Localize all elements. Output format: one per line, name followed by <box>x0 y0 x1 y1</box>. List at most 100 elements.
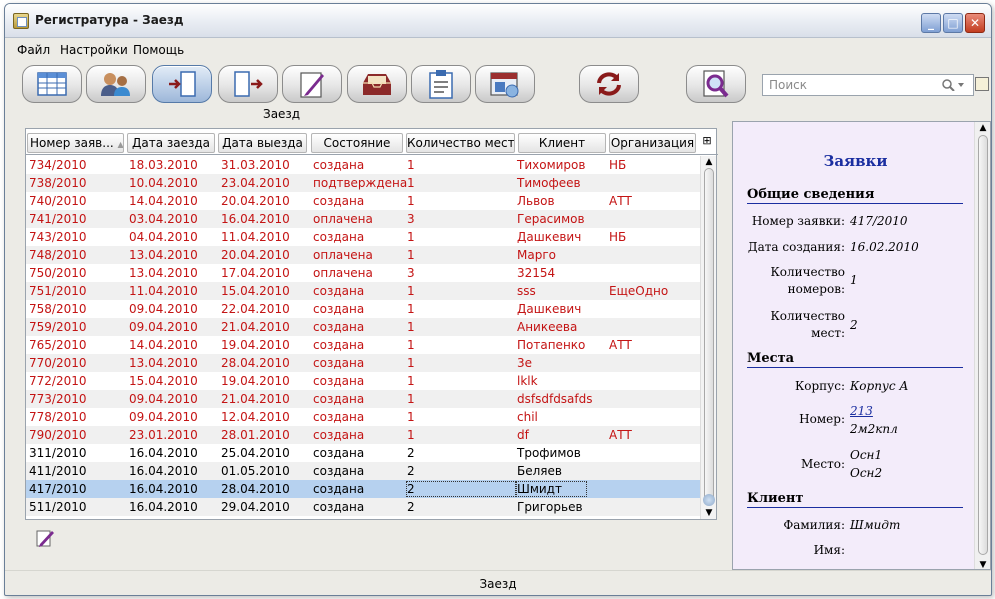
details-scroll-thumb[interactable] <box>978 135 988 555</box>
table-row[interactable]: 772/2010 15.04.2010 19.04.2010 создана 1 lklk <box>26 372 700 390</box>
cell-client: Марго <box>517 248 556 262</box>
users-icon <box>101 73 130 96</box>
cell-organization: АТТ <box>609 338 632 352</box>
edit-document-button[interactable] <box>282 65 342 103</box>
scroll-thumb[interactable] <box>703 168 715 506</box>
table-row[interactable]: 770/2010 13.04.2010 28.04.2010 создана 1 3е <box>26 354 700 372</box>
table-button[interactable] <box>22 65 82 103</box>
details-scroll-down-icon[interactable]: ▼ <box>977 559 989 569</box>
maximize-button[interactable]: □ <box>943 13 963 33</box>
menu-file[interactable]: Файл <box>17 43 50 57</box>
cell-number: 511/2010 <box>29 500 87 514</box>
table-row[interactable]: 743/2010 04.04.2010 11.04.2010 создана 1 Дашк… <box>26 228 700 246</box>
cell-places: 2 <box>407 446 415 460</box>
search-box[interactable] <box>762 74 974 96</box>
table-row[interactable]: 778/2010 09.04.2010 12.04.2010 создана 1 chil <box>26 408 700 426</box>
check-in-button[interactable] <box>152 65 212 103</box>
inbox-button[interactable] <box>347 65 407 103</box>
minimize-button[interactable]: _ <box>921 13 941 33</box>
table-row[interactable]: 759/2010 09.04.2010 21.04.2010 создана 1 Аник… <box>26 318 700 336</box>
refresh-button[interactable] <box>579 65 639 103</box>
details-title: Заявки <box>823 152 888 170</box>
users-button[interactable] <box>86 65 146 103</box>
cell-state: создана <box>313 356 365 370</box>
place-value-2: Осн2 <box>850 466 883 480</box>
cell-state: оплачена <box>313 212 373 226</box>
table-row[interactable]: 765/2010 14.04.2010 19.04.2010 создана 1 Пота… <box>26 336 700 354</box>
room-link[interactable]: 213 <box>850 404 873 418</box>
cell-number: 738/2010 <box>29 176 87 190</box>
menu-help[interactable]: Помощь <box>133 43 184 57</box>
cell-places: 2 <box>406 481 516 497</box>
place-value-1: Осн1 <box>850 448 883 462</box>
close-button[interactable]: ✕ <box>965 13 985 33</box>
table-row[interactable]: 738/2010 10.04.2010 23.04.2010 подтверждена… <box>26 174 700 192</box>
column-header-organization[interactable]: Организация <box>609 133 696 153</box>
cell-places: 1 <box>407 248 415 262</box>
cell-places: 1 <box>407 176 415 190</box>
column-header-places[interactable]: Количество мест <box>406 133 515 153</box>
view-document-button[interactable] <box>686 65 746 103</box>
column-header-number[interactable]: Номер заяв... ▲ <box>27 133 124 153</box>
table-row[interactable]: 740/2010 14.04.2010 20.04.2010 создана 1 Льво… <box>26 192 700 210</box>
building-value: Корпус А <box>850 379 909 393</box>
cell-arrival: 23.01.2010 <box>129 428 198 442</box>
cell-number: 411/2010 <box>29 464 87 478</box>
column-header-state[interactable]: Состояние <box>311 133 403 153</box>
cell-number: 770/2010 <box>29 356 87 370</box>
details-scroll-up-icon[interactable]: ▲ <box>977 122 989 134</box>
cell-places: 1 <box>407 356 415 370</box>
scroll-up-icon[interactable]: ▲ <box>703 156 715 168</box>
section-client: Клиент <box>747 491 963 508</box>
search-input[interactable] <box>769 78 929 92</box>
check-out-button[interactable] <box>218 65 278 103</box>
rooms-count-label-2: номеров: <box>787 282 845 296</box>
cell-places: 1 <box>407 158 415 172</box>
magnify-document-icon <box>703 70 729 98</box>
clipboard-button[interactable] <box>411 65 471 103</box>
table-row[interactable]: 751/2010 11.04.2010 15.04.2010 создана 1 sss Е… <box>26 282 700 300</box>
search-options-icon[interactable] <box>975 77 989 91</box>
table-row[interactable]: 750/2010 13.04.2010 17.04.2010 оплачена 3 321… <box>26 264 700 282</box>
scroll-down-icon[interactable]: ▼ <box>703 507 715 519</box>
table-row[interactable]: 790/2010 23.01.2010 28.01.2010 создана 1 df АТ… <box>26 426 700 444</box>
surname-label: Фамилия: <box>783 518 845 532</box>
column-header-client[interactable]: Клиент <box>518 133 606 153</box>
cell-state: создана <box>313 446 365 460</box>
column-header-departure[interactable]: Дата выезда <box>218 133 307 153</box>
order-number-label: Номер заявки: <box>751 214 845 228</box>
cell-state: создана <box>313 464 365 478</box>
edit-pencil-icon[interactable] <box>35 528 55 548</box>
menu-settings[interactable]: Настройки <box>60 43 128 57</box>
cell-state: создана <box>313 194 365 208</box>
table-row[interactable]: 748/2010 13.04.2010 20.04.2010 оплачена 1 Мар… <box>26 246 700 264</box>
cell-arrival: 03.04.2010 <box>129 212 198 226</box>
table-row[interactable]: 741/2010 03.04.2010 16.04.2010 оплачена 3 Гер… <box>26 210 700 228</box>
search-icon[interactable] <box>941 79 967 91</box>
table-row[interactable]: 734/2010 18.03.2010 31.03.2010 создана 1 Тихо… <box>26 156 700 174</box>
cell-state: создана <box>313 338 365 352</box>
table-row[interactable]: 511/2010 16.04.2010 29.04.2010 создана 2 Григ… <box>26 498 700 516</box>
table-row[interactable]: 311/2010 16.04.2010 25.04.2010 создана 2 Троф… <box>26 444 700 462</box>
details-scrollbar[interactable]: ▲ ▼ <box>974 122 990 569</box>
toolbar-caption: Заезд <box>263 107 301 121</box>
rooms-count-value: 1 <box>850 273 858 287</box>
table-row[interactable]: 417/2010 16.04.2010 28.04.2010 создана 2 Шмид… <box>26 480 700 498</box>
column-header-arrival[interactable]: Дата заезда <box>127 133 215 153</box>
table-row[interactable]: 411/2010 16.04.2010 01.05.2010 создана 2 Беля… <box>26 462 700 480</box>
cell-state: создана <box>313 158 365 172</box>
cell-number: 790/2010 <box>29 428 87 442</box>
main-window: Регистратура - Заезд _ □ ✕ Файл Настройк… <box>4 3 992 596</box>
grid-scrollbar[interactable]: ▲ ▼ <box>700 156 716 519</box>
cell-number: 741/2010 <box>29 212 87 226</box>
cell-places: 1 <box>407 302 415 316</box>
column-chooser-icon[interactable]: ⊞ <box>700 134 714 150</box>
cell-arrival: 16.04.2010 <box>129 446 198 460</box>
table-row[interactable]: 758/2010 09.04.2010 22.04.2010 создана 1 Дашк… <box>26 300 700 318</box>
calendar-button[interactable] <box>475 65 535 103</box>
cell-number: 740/2010 <box>29 194 87 208</box>
app-icon <box>13 13 29 29</box>
title-bar[interactable]: Регистратура - Заезд _ □ ✕ <box>5 4 991 38</box>
sort-ascending-icon: ▲ <box>117 140 124 149</box>
table-row[interactable]: 773/2010 09.04.2010 21.04.2010 создана 1 dsfs… <box>26 390 700 408</box>
